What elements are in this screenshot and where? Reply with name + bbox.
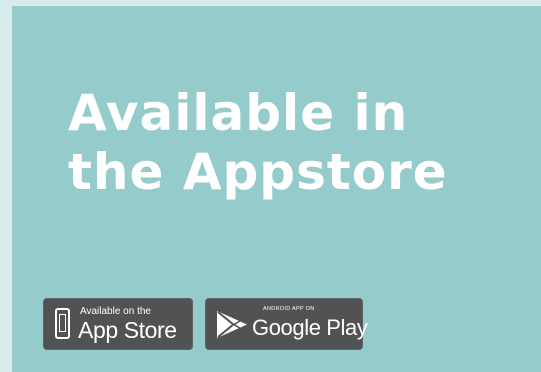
app-store-small-label: Available on the	[80, 306, 151, 317]
google-play-badge[interactable]: ANDROID APP ON Google Play	[205, 298, 368, 350]
headline: Available in the Appstore	[68, 84, 448, 201]
headline-line-1: Available in	[68, 84, 409, 142]
outer-frame: Available in the Appstore Available on t…	[0, 0, 541, 372]
iphone-icon	[55, 308, 70, 339]
headline-line-2: the Appstore	[68, 142, 448, 201]
app-store-badge[interactable]: Available on the App Store	[43, 298, 193, 350]
google-play-big-label: Google Play	[252, 315, 368, 340]
app-store-big-label: App Store	[78, 317, 177, 343]
google-play-small-label: ANDROID APP ON	[263, 306, 315, 312]
promo-panel: Available in the Appstore Available on t…	[12, 6, 541, 372]
google-play-icon	[217, 311, 247, 338]
